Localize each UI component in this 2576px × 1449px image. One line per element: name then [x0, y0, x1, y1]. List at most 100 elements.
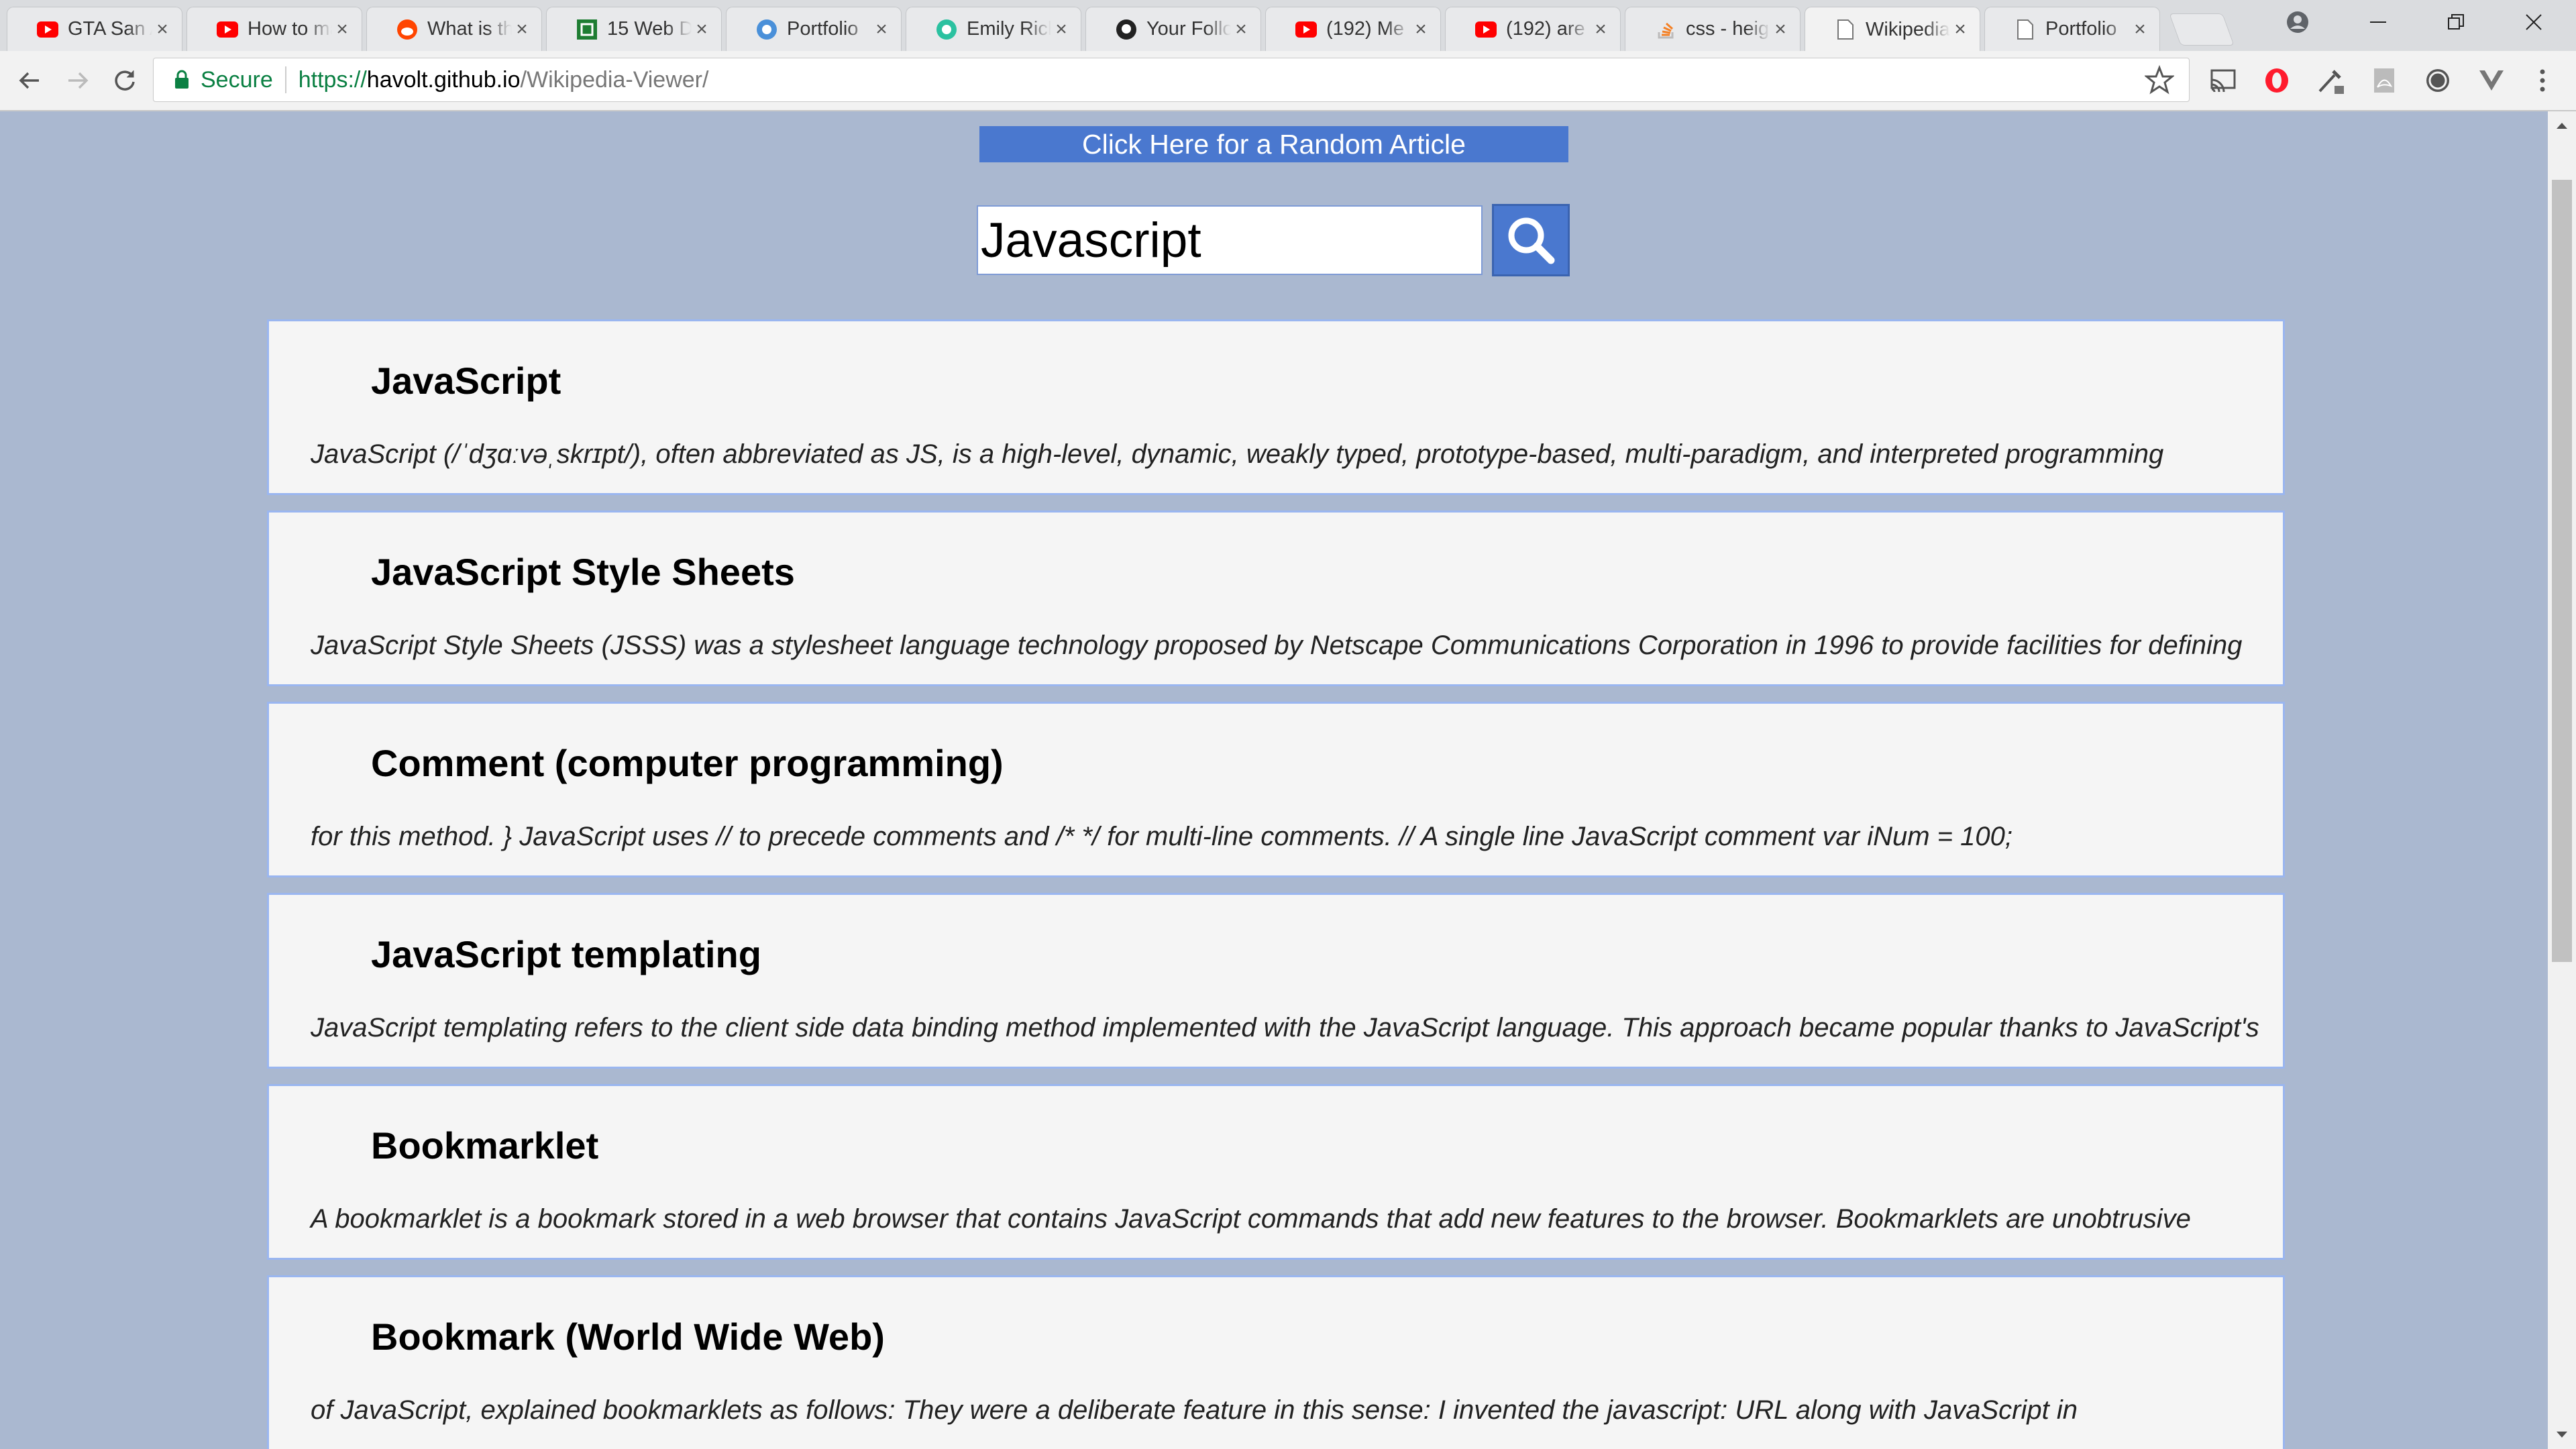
browser-tab[interactable]: (192) Me × [1265, 7, 1441, 51]
page-icon [2015, 19, 2036, 40]
page-viewport: Click Here for a Random Article JavaScri… [0, 111, 2548, 1449]
result-title[interactable]: JavaScript templating [371, 932, 761, 976]
tab-close-icon[interactable]: × [152, 18, 172, 41]
cast-icon[interactable] [2202, 59, 2245, 102]
tab-close-icon[interactable]: × [2130, 18, 2150, 41]
profile-icon[interactable] [2261, 0, 2334, 44]
tab-title: Your Followers [1146, 18, 1231, 40]
reload-button[interactable] [103, 59, 146, 102]
result-card[interactable]: Bookmark (World Wide Web) of JavaScript, … [267, 1275, 2285, 1449]
scroll-up-arrow[interactable] [2548, 111, 2576, 140]
result-card[interactable]: JavaScript templating JavaScript templati… [267, 893, 2285, 1069]
tab-title: (192) Me [1326, 18, 1405, 40]
secure-label: Secure [201, 66, 273, 93]
url-scheme: https:// [298, 66, 367, 93]
search-icon [1508, 217, 1555, 264]
browser-tab[interactable]: Your Followers× [1085, 7, 1261, 51]
browser-tab[interactable]: What is the× [366, 7, 542, 51]
back-button[interactable] [8, 59, 51, 102]
tab-close-icon[interactable]: × [1231, 18, 1251, 41]
chrome-menu-icon[interactable] [2522, 59, 2563, 102]
result-title[interactable]: JavaScript Style Sheets [371, 550, 795, 594]
scroll-down-arrow[interactable] [2548, 1421, 2576, 1449]
tab-close-icon[interactable]: × [1770, 18, 1790, 41]
browser-tab[interactable]: 15 Web Developer× [546, 7, 722, 51]
page-scrollbar[interactable] [2548, 111, 2576, 1449]
tab-close-icon[interactable]: × [332, 18, 352, 41]
result-title[interactable]: Bookmark (World Wide Web) [371, 1315, 885, 1358]
scroll-thumb[interactable] [2552, 180, 2572, 962]
youtube-icon [1295, 19, 1317, 40]
address-bar[interactable]: Secure https:// havolt.github.io /Wikipe… [153, 58, 2190, 102]
wordpress-extension-icon[interactable] [2416, 59, 2459, 102]
result-snippet: for this method. } JavaScript uses // to… [311, 822, 2012, 851]
tab-title: 15 Web Developer [607, 18, 692, 40]
tab-title: Portfolio [787, 18, 859, 40]
browser-toolbar: Secure https:// havolt.github.io /Wikipe… [0, 51, 2576, 111]
result-title[interactable]: Bookmarklet [371, 1124, 598, 1167]
tab-strip: GTA San Andreas×How to make×What is the×… [0, 0, 2576, 52]
youtube-icon [217, 19, 238, 40]
page-icon [1835, 19, 1856, 40]
result-snippet: JavaScript templating refers to the clie… [311, 1013, 2259, 1042]
url-path: /Wikipedia-Viewer/ [520, 66, 709, 93]
color-picker-icon[interactable] [2309, 59, 2352, 102]
results-list: JavaScript JavaScript (/ˈdʒɑːvəˌskrɪpt/),… [267, 319, 2285, 1449]
tab-title: How to make [248, 18, 332, 40]
youtube-icon [37, 19, 58, 40]
search-input[interactable] [977, 205, 1483, 275]
tab-close-icon[interactable]: × [1950, 18, 1970, 41]
tab-title: Wikipedia [1866, 18, 1950, 40]
result-snippet: JavaScript (/ˈdʒɑːvəˌskrɪpt/), often abb… [311, 439, 2164, 469]
random-article-button[interactable]: Click Here for a Random Article [979, 126, 1568, 162]
result-snippet: of JavaScript, explained bookmarklets as… [311, 1395, 2078, 1425]
forward-arrow-icon [68, 72, 89, 89]
pdf-extension-icon[interactable] [2363, 59, 2406, 102]
stackoverflow-icon [1655, 19, 1676, 40]
new-tab-button[interactable] [2169, 13, 2235, 46]
opera-extension-icon[interactable] [2255, 59, 2298, 102]
browser-tab[interactable]: How to make× [186, 7, 362, 51]
browser-tab[interactable]: Emily Richards× [906, 7, 1081, 51]
forward-button[interactable] [56, 59, 99, 102]
back-arrow-icon [19, 72, 39, 89]
tab-title: What is the [427, 18, 512, 40]
vue-devtools-icon[interactable] [2470, 59, 2513, 102]
search-button[interactable] [1492, 204, 1570, 276]
browser-tab[interactable]: GTA San Andreas× [7, 7, 182, 51]
browser-tab[interactable]: Portfolio × [726, 7, 902, 51]
result-card[interactable]: JavaScript JavaScript (/ˈdʒɑːvəˌskrɪpt/),… [267, 319, 2285, 495]
url-separator [284, 66, 286, 93]
result-title[interactable]: Comment (computer programming) [371, 741, 1004, 785]
restore-button[interactable] [2419, 0, 2493, 44]
tab-close-icon[interactable]: × [1051, 18, 1071, 41]
tab-close-icon[interactable]: × [1411, 18, 1431, 41]
result-card[interactable]: JavaScript Style Sheets JavaScript Style … [267, 511, 2285, 686]
result-card[interactable]: Comment (computer programming) for this m… [267, 702, 2285, 877]
browser-tab[interactable]: Wikipedia × [1805, 7, 1980, 52]
browser-tab[interactable]: css - height× [1625, 7, 1801, 51]
tab-close-icon[interactable]: × [871, 18, 892, 41]
close-window-button[interactable] [2497, 0, 2571, 44]
minimize-button[interactable] [2341, 0, 2415, 44]
github-icon [1116, 19, 1137, 40]
bookmark-star-icon[interactable] [2143, 64, 2176, 98]
site-icon [936, 19, 957, 40]
tab-title: Emily Richards [967, 18, 1051, 40]
tab-title: css - height [1686, 18, 1770, 40]
tab-close-icon[interactable]: × [1591, 18, 1611, 41]
browser-tab[interactable]: (192) are × [1445, 7, 1621, 51]
result-title[interactable]: JavaScript [371, 359, 561, 402]
reddit-icon [396, 19, 418, 40]
result-snippet: JavaScript Style Sheets (JSSS) was a sty… [311, 631, 2243, 660]
result-snippet: A bookmarklet is a bookmark stored in a … [311, 1204, 2191, 1234]
browser-tab[interactable]: Portfolio × [1984, 7, 2160, 51]
tab-close-icon[interactable]: × [512, 18, 532, 41]
codepen-icon [576, 19, 598, 40]
tab-close-icon[interactable]: × [692, 18, 712, 41]
lock-icon [168, 70, 195, 90]
youtube-icon [1475, 19, 1497, 40]
result-card[interactable]: Bookmarklet A bookmarklet is a bookmark s… [267, 1084, 2285, 1260]
tab-title: (192) are [1506, 18, 1585, 40]
tab-title: Portfolio [2045, 18, 2117, 40]
